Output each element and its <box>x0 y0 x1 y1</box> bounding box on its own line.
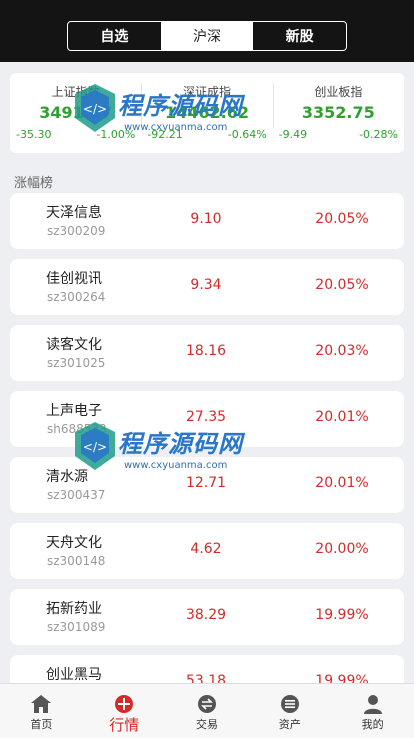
stock-price: 12.71 <box>185 475 227 491</box>
stock-name: 拓新药业 <box>46 601 102 617</box>
index-value: 14462.62 <box>164 103 249 122</box>
tab-label: 行情 <box>109 716 140 734</box>
stock-change-percent: 20.03% <box>315 343 369 359</box>
index-shanghai[interactable]: 上证指数 3491.57 -35.30 -1.00% <box>10 73 141 153</box>
index-chinext[interactable]: 创业板指 3352.75 -9.49 -0.28% <box>272 73 404 153</box>
index-summary-card: 上证指数 3491.57 -35.30 -1.00% 深证成指 14462.62… <box>10 73 404 153</box>
stock-change-percent: 20.01% <box>315 409 369 425</box>
stock-price: 9.34 <box>190 277 222 293</box>
stock-row[interactable]: 上声电子 sh688533 27.35 20.01% <box>10 391 404 447</box>
stock-row[interactable]: 清水源 sz300437 12.71 20.01% <box>10 457 404 513</box>
stock-name: 天舟文化 <box>46 535 102 551</box>
tab-label: 首页 <box>30 718 53 731</box>
index-value: 3352.75 <box>301 103 375 122</box>
stock-code: sz300209 <box>47 224 106 238</box>
index-name: 创业板指 <box>314 85 363 99</box>
stock-code: sz300437 <box>47 488 106 502</box>
stock-code: sh688533 <box>47 422 107 436</box>
tab-profile[interactable]: 我的 <box>331 684 414 738</box>
tab-home[interactable]: 首页 <box>0 684 83 738</box>
stock-change-percent: 20.00% <box>315 541 369 557</box>
stock-row[interactable]: 拓新药业 sz301089 38.29 19.99% <box>10 589 404 645</box>
stock-price: 4.62 <box>190 541 222 557</box>
stock-row[interactable]: 读客文化 sz301025 18.16 20.03% <box>10 325 404 381</box>
stock-change-percent: 19.99% <box>315 607 369 623</box>
index-change: -9.49 <box>278 128 308 141</box>
top-header: 自选 沪深 新股 <box>0 0 414 62</box>
index-change: -92.21 <box>147 128 183 141</box>
index-percent: -1.00% <box>96 128 136 141</box>
tab-market[interactable]: 行情 <box>83 684 166 738</box>
stock-row[interactable]: 天舟文化 sz300148 4.62 20.00% <box>10 523 404 579</box>
tab-label: 资产 <box>278 718 301 731</box>
stock-name: 天泽信息 <box>46 205 102 221</box>
stock-change-percent: 20.01% <box>315 475 369 491</box>
tab-watchlist[interactable]: 自选 <box>68 22 161 50</box>
assets-icon <box>280 695 299 713</box>
stock-name: 上声电子 <box>46 403 102 419</box>
index-name: 深证成指 <box>182 85 231 99</box>
index-change: -35.30 <box>16 128 52 141</box>
tab-new-stocks[interactable]: 新股 <box>253 22 346 50</box>
tab-assets[interactable]: 资产 <box>248 684 331 738</box>
stock-code: sz301089 <box>47 620 106 634</box>
stock-name: 读客文化 <box>46 337 102 353</box>
index-shenzhen[interactable]: 深证成指 14462.62 -92.21 -0.64% <box>141 73 272 153</box>
stock-code: sz301025 <box>47 356 106 370</box>
home-icon <box>31 695 52 713</box>
stock-price: 38.29 <box>185 607 227 623</box>
stock-name: 佳创视讯 <box>46 271 102 287</box>
user-icon <box>363 695 382 714</box>
tab-label: 交易 <box>195 718 218 731</box>
stock-row[interactable]: 佳创视讯 sz300264 9.34 20.05% <box>10 259 404 315</box>
section-title-top-gainers: 涨幅榜 <box>14 176 54 191</box>
stock-code: sz300264 <box>47 290 106 304</box>
index-percent: -0.28% <box>359 128 398 141</box>
stock-price: 9.10 <box>190 211 222 227</box>
stock-change-percent: 20.05% <box>315 211 369 227</box>
index-value: 3491.57 <box>39 103 113 122</box>
index-percent: -0.64% <box>227 128 267 141</box>
stock-row[interactable]: 天泽信息 sz300209 9.10 20.05% <box>10 193 404 249</box>
tab-shanghai-shenzhen[interactable]: 沪深 <box>160 22 254 50</box>
stock-price: 27.35 <box>185 409 227 425</box>
stock-name: 清水源 <box>46 469 88 485</box>
stock-change-percent: 20.05% <box>315 277 369 293</box>
stock-code: sz300148 <box>47 554 106 568</box>
stock-price: 18.16 <box>185 343 227 359</box>
bottom-tab-bar: 首页 行情 交易 资产 我的 <box>0 683 414 738</box>
tab-trade[interactable]: 交易 <box>166 684 249 738</box>
exchange-icon <box>197 695 216 713</box>
index-name: 上证指数 <box>51 85 100 99</box>
tab-label: 我的 <box>361 718 384 731</box>
market-segment-control: 自选 沪深 新股 <box>67 21 347 51</box>
stock-name: 创业黑马 <box>46 667 102 683</box>
market-icon <box>115 695 134 713</box>
